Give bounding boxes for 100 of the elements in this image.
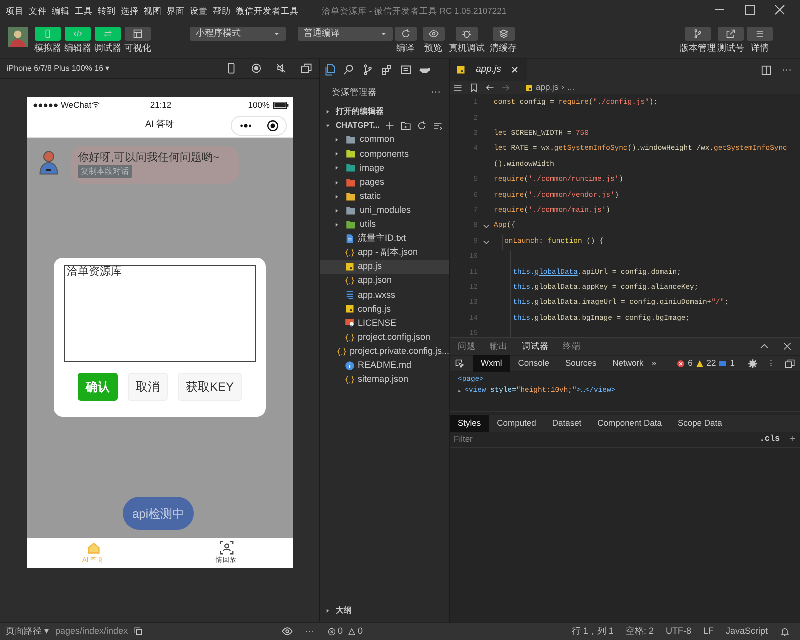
fold-chevron-icon[interactable] <box>482 238 490 246</box>
floating-button[interactable]: api检测中 <box>123 497 194 530</box>
toolbar-button[interactable]: 测试号 <box>717 27 745 54</box>
compile-select[interactable]: 普通编译 <box>298 27 393 41</box>
section-header[interactable]: 大纲 <box>320 604 449 618</box>
menu-item[interactable]: 工具 <box>75 4 93 18</box>
menu-item[interactable]: 界面 <box>167 4 185 18</box>
panel-tab[interactable]: Dataset <box>544 415 590 432</box>
back-icon[interactable] <box>485 82 495 92</box>
status-item[interactable]: JavaScript <box>726 624 768 638</box>
folder-item[interactable]: uni_modules <box>320 204 449 218</box>
error-count[interactable]: 6 <box>688 357 693 370</box>
panel-tab[interactable]: Sources <box>557 355 605 372</box>
new-folder-icon[interactable] <box>401 121 411 132</box>
panel-tab[interactable]: 输出 <box>490 340 508 353</box>
status-item[interactable]: UTF-8 <box>666 624 692 638</box>
editor-tab[interactable]: app.js <box>450 59 528 81</box>
folder-item[interactable]: pages <box>320 175 449 190</box>
file-item[interactable]: app.json <box>320 274 449 288</box>
menu-item[interactable]: 帮助 <box>213 4 231 18</box>
menu-item[interactable]: 项目 <box>6 4 24 18</box>
add-button[interactable]: + <box>790 432 796 447</box>
status-item[interactable]: 行 1，列 1 <box>572 624 614 638</box>
dock-icon[interactable] <box>785 358 795 368</box>
record-icon[interactable] <box>251 63 262 74</box>
menu-item[interactable]: 设置 <box>190 4 208 18</box>
plus-icon[interactable] <box>385 121 395 132</box>
panel-tab[interactable]: 调试器 <box>522 340 549 353</box>
refresh-icon[interactable] <box>417 121 427 132</box>
forward-icon[interactable] <box>501 82 511 92</box>
toolbar-button[interactable]: 真机调试 <box>449 27 485 54</box>
close-icon[interactable] <box>783 342 792 351</box>
copy-icon[interactable] <box>134 627 144 636</box>
panel-tab[interactable]: Component Data <box>590 415 670 432</box>
page-path-select[interactable]: 页面路径 ▾ <box>6 624 50 638</box>
panel-tab[interactable]: Styles <box>450 415 490 432</box>
mute-icon[interactable] <box>276 63 287 74</box>
toolbar-button[interactable]: 版本管理 <box>680 27 716 54</box>
toolbar-button[interactable]: 清缓存 <box>488 27 519 54</box>
toolbar-button[interactable]: 预览 <box>421 27 446 54</box>
bell-icon[interactable] <box>780 626 790 636</box>
more-button[interactable]: ··· <box>431 85 441 100</box>
status-item[interactable]: LF <box>703 624 714 638</box>
more-button[interactable]: ⋮ <box>767 357 776 370</box>
panel-tab[interactable]: 终端 <box>563 340 581 353</box>
file-item[interactable]: app - 副本.json <box>320 246 449 260</box>
status-item[interactable]: 空格: 2 <box>626 624 654 638</box>
more-button[interactable]: ··· <box>782 62 792 78</box>
mode-select[interactable]: 小程序模式 <box>190 27 286 41</box>
file-item[interactable]: project.config.json <box>320 330 449 345</box>
toolbar-button[interactable]: 编译 <box>393 27 418 54</box>
more-button[interactable]: ··· <box>305 624 314 638</box>
breadcrumb-item[interactable]: app.js <box>536 81 559 94</box>
files-icon[interactable] <box>324 64 336 76</box>
panel-tab[interactable]: 问题 <box>458 340 476 353</box>
toolbar-button[interactable]: 编辑器 <box>63 27 93 54</box>
folder-item[interactable]: common <box>320 133 449 148</box>
toolbar-button[interactable]: 可视化 <box>123 27 153 54</box>
text-area[interactable]: 洽单资源库 <box>64 265 256 362</box>
menu-capsule[interactable] <box>231 116 287 136</box>
inspect-icon[interactable] <box>455 358 465 368</box>
breadcrumb-item[interactable]: ... <box>568 81 575 94</box>
extensions-icon[interactable] <box>381 64 393 76</box>
fold-chevron-icon[interactable] <box>482 223 490 230</box>
gear-icon[interactable] <box>748 358 758 368</box>
folder-item[interactable]: utils <box>320 218 449 232</box>
overflow-button[interactable]: » <box>652 357 657 370</box>
warning-count[interactable]: 22 <box>706 357 716 370</box>
panel-tab[interactable]: Scope Data <box>670 415 730 432</box>
file-item[interactable]: 流量主ID.txt <box>320 232 449 246</box>
collapse-icon[interactable] <box>433 121 443 132</box>
folder-item[interactable]: components <box>320 147 449 162</box>
window-icon[interactable] <box>301 63 312 74</box>
menu-item[interactable]: 转到 <box>98 4 116 18</box>
bookmark-icon[interactable] <box>469 82 479 92</box>
error-count[interactable]: 0 <box>338 624 344 638</box>
split-icon[interactable] <box>761 64 772 76</box>
file-item[interactable]: README.md <box>320 358 449 373</box>
file-item[interactable]: sitemap.json <box>320 372 449 387</box>
folder-item[interactable]: image <box>320 161 449 176</box>
warning-count[interactable]: 0 <box>358 624 364 638</box>
phone-icon[interactable] <box>226 63 237 74</box>
dialog-button[interactable]: 获取KEY <box>178 373 242 401</box>
panel-tab[interactable]: Computed <box>489 415 544 432</box>
panel-tab[interactable]: Console <box>510 355 558 372</box>
filter-field[interactable]: Filter .cls + <box>450 432 800 448</box>
cls-button[interactable]: .cls <box>760 433 780 446</box>
menu-item[interactable]: 编辑 <box>52 4 70 18</box>
panel-tab[interactable]: Wxml <box>473 355 510 372</box>
folder-item[interactable]: static <box>320 190 449 204</box>
file-item[interactable]: project.private.config.js... <box>320 344 449 359</box>
file-item[interactable]: config.js <box>320 302 449 316</box>
menu-item[interactable]: 视图 <box>144 4 162 18</box>
panel-tab[interactable]: Network <box>604 355 652 372</box>
menu-item[interactable]: 选择 <box>121 4 139 18</box>
branch-icon[interactable] <box>362 64 374 76</box>
section-header[interactable]: 打开的编辑器 <box>320 105 449 120</box>
search-icon[interactable] <box>343 64 355 76</box>
file-item[interactable]: app.js <box>320 260 449 274</box>
dialog-button[interactable]: 取消 <box>128 373 168 401</box>
